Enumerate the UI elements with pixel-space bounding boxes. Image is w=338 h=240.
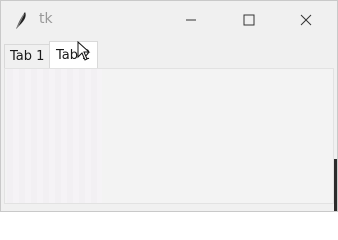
feather-icon (13, 10, 29, 30)
minimize-icon (185, 11, 197, 30)
tab-1[interactable]: Tab 1 (4, 44, 50, 68)
client-area: Tab 1 Tab 2 (1, 39, 337, 211)
window-edge (334, 159, 337, 211)
window-title: tk (39, 11, 53, 27)
mouse-cursor-icon (77, 40, 91, 61)
maximize-button[interactable] (226, 1, 272, 39)
panel-background (7, 69, 102, 203)
notebook-panel (4, 68, 334, 204)
tab-label: Tab 1 (10, 49, 45, 64)
app-window: tk Tab 1 Tab 2 (0, 0, 338, 212)
close-icon (300, 11, 312, 30)
title-bar[interactable]: tk (1, 1, 337, 39)
maximize-icon (243, 11, 255, 30)
minimize-button[interactable] (168, 1, 214, 39)
close-button[interactable] (283, 1, 329, 39)
